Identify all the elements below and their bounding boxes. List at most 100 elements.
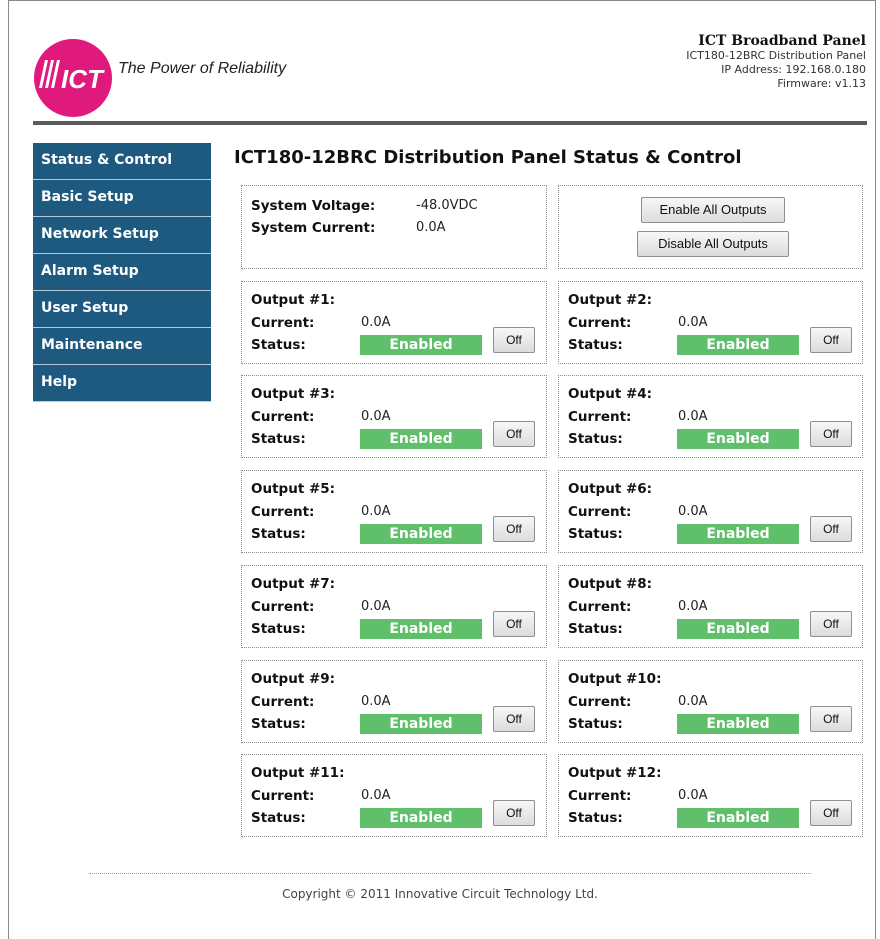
output-panel-10: Output #10: Current: 0.0A Status: Enabled Off [558,660,863,743]
output-status-badge: Enabled [677,808,799,828]
enable-all-outputs-button[interactable]: Enable All Outputs [641,197,785,223]
sidebar-item-user-setup[interactable]: User Setup [33,291,211,328]
output-panel-9: Output #9: Current: 0.0A Status: Enabled Off [241,660,547,743]
sidebar-item-basic-setup[interactable]: Basic Setup [33,180,211,217]
output-current-label: Current: [568,315,632,331]
output-name: Output #5: [251,481,336,497]
system-voltage-value: -48.0VDC [416,198,478,213]
firmware-version: Firmware: v1.13 [777,77,866,90]
output-status-label: Status: [251,526,306,542]
output-status-label: Status: [568,810,623,826]
output-name: Output #6: [568,481,653,497]
product-title: ICT Broadband Panel [698,33,866,49]
output-current-value: 0.0A [361,315,391,330]
output-panel-5: Output #5: Current: 0.0A Status: Enabled Off [241,470,547,553]
output-off-button[interactable]: Off [493,516,535,542]
sidebar-item-maintenance[interactable]: Maintenance [33,328,211,365]
output-panel-8: Output #8: Current: 0.0A Status: Enabled Off [558,565,863,648]
output-status-badge: Enabled [360,808,482,828]
output-panel-1: Output #1: Current: 0.0A Status: Enabled Off [241,281,547,364]
output-off-button[interactable]: Off [493,327,535,353]
output-panel-12: Output #12: Current: 0.0A Status: Enabled Off [558,754,863,837]
output-off-button[interactable]: Off [810,421,852,447]
output-name: Output #1: [251,292,336,308]
disable-all-outputs-button[interactable]: Disable All Outputs [637,231,789,257]
output-status-label: Status: [251,337,306,353]
sidebar-item-alarm-setup[interactable]: Alarm Setup [33,254,211,291]
output-current-label: Current: [251,599,315,615]
output-off-button[interactable]: Off [810,516,852,542]
ip-address: IP Address: 192.168.0.180 [721,63,866,76]
output-status-badge: Enabled [360,524,482,544]
output-name: Output #8: [568,576,653,592]
output-panel-3: Output #3: Current: 0.0A Status: Enabled Off [241,375,547,458]
output-current-value: 0.0A [361,599,391,614]
output-status-label: Status: [251,716,306,732]
output-current-label: Current: [568,504,632,520]
output-name: Output #10: [568,671,662,687]
output-status-label: Status: [251,621,306,637]
system-summary-box: System Voltage: -48.0VDC System Current:… [241,185,547,269]
system-current-label: System Current: [251,220,376,236]
output-status-badge: Enabled [360,714,482,734]
output-off-button[interactable]: Off [810,800,852,826]
output-status-badge: Enabled [360,335,482,355]
sidebar-nav: Status & Control Basic Setup Network Set… [33,143,211,402]
output-status-label: Status: [568,621,623,637]
output-current-value: 0.0A [361,694,391,709]
output-status-badge: Enabled [677,714,799,734]
output-current-label: Current: [568,599,632,615]
output-off-button[interactable]: Off [810,706,852,732]
output-current-label: Current: [568,788,632,804]
output-off-button[interactable]: Off [810,327,852,353]
output-name: Output #7: [251,576,336,592]
output-panel-11: Output #11: Current: 0.0A Status: Enabled Off [241,754,547,837]
output-current-value: 0.0A [678,409,708,424]
footer-divider [89,873,811,874]
output-status-label: Status: [568,526,623,542]
model-line: ICT180-12BRC Distribution Panel [686,49,866,62]
output-off-button[interactable]: Off [493,421,535,447]
logo-text: ICT [61,64,105,94]
output-name: Output #11: [251,765,345,781]
output-current-value: 0.0A [678,599,708,614]
output-name: Output #12: [568,765,662,781]
output-current-value: 0.0A [678,694,708,709]
sidebar-item-status-control[interactable]: Status & Control [33,143,211,180]
output-current-value: 0.0A [678,504,708,519]
output-name: Output #2: [568,292,653,308]
system-current-value: 0.0A [416,220,446,235]
bulk-controls-box: Enable All Outputs Disable All Outputs [558,185,863,269]
output-status-badge: Enabled [360,429,482,449]
sidebar-item-network-setup[interactable]: Network Setup [33,217,211,254]
header-divider [33,121,867,125]
ict-logo: ICT [33,38,113,118]
header-info: ICT Broadband Panel ICT180-12BRC Distrib… [686,33,866,91]
output-current-value: 0.0A [361,409,391,424]
output-current-value: 0.0A [361,788,391,803]
page-title: ICT180-12BRC Distribution Panel Status &… [234,147,742,168]
copyright-text: Copyright © 2011 Innovative Circuit Tech… [282,887,598,901]
output-status-label: Status: [568,431,623,447]
output-panel-4: Output #4: Current: 0.0A Status: Enabled Off [558,375,863,458]
output-status-label: Status: [251,431,306,447]
system-voltage-label: System Voltage: [251,198,376,214]
sidebar-item-help[interactable]: Help [33,365,211,402]
output-status-label: Status: [251,810,306,826]
output-off-button[interactable]: Off [493,800,535,826]
output-name: Output #4: [568,386,653,402]
output-status-badge: Enabled [677,619,799,639]
output-off-button[interactable]: Off [493,611,535,637]
output-status-badge: Enabled [360,619,482,639]
output-current-label: Current: [251,788,315,804]
output-off-button[interactable]: Off [493,706,535,732]
output-current-label: Current: [251,504,315,520]
output-panel-7: Output #7: Current: 0.0A Status: Enabled Off [241,565,547,648]
output-current-value: 0.0A [678,315,708,330]
output-status-label: Status: [568,337,623,353]
output-current-label: Current: [251,315,315,331]
output-panel-6: Output #6: Current: 0.0A Status: Enabled Off [558,470,863,553]
output-current-label: Current: [568,409,632,425]
output-off-button[interactable]: Off [810,611,852,637]
output-current-value: 0.0A [678,788,708,803]
